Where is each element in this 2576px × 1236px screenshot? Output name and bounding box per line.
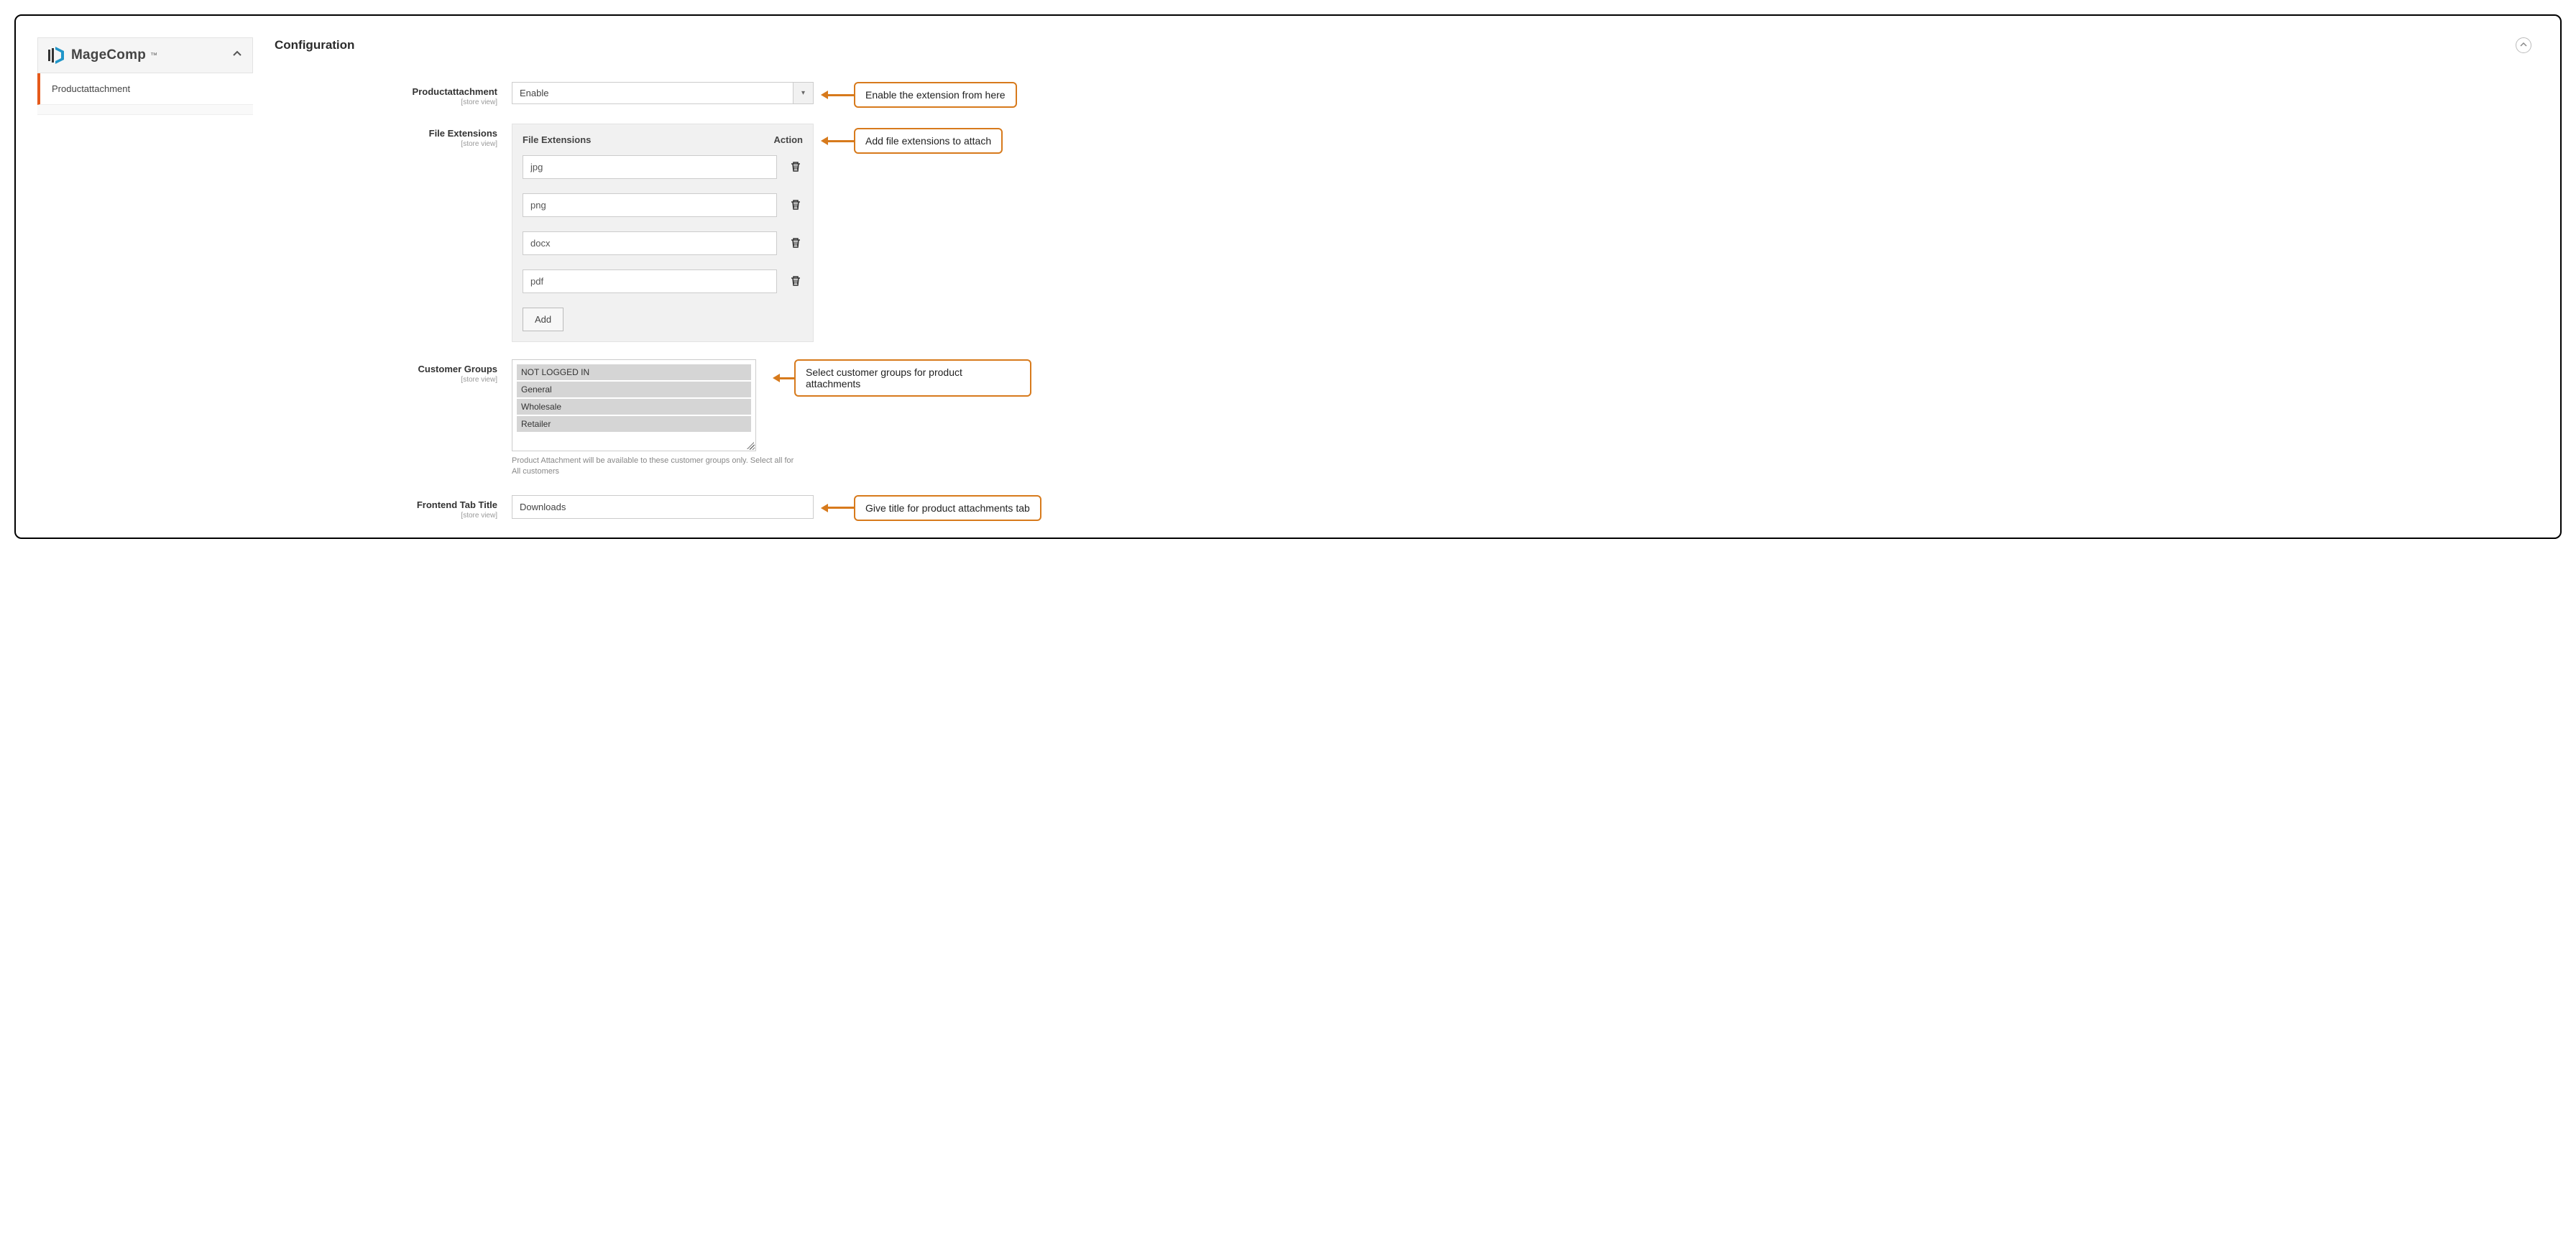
arrow-tip-icon [821,504,828,512]
annotation-3: Select customer groups for product attac… [773,359,1031,397]
field-scope: [store view] [275,376,497,384]
trash-icon[interactable] [790,237,803,250]
annotation-text: Give title for product attachments tab [854,495,1041,521]
page-title: Configuration [275,38,354,52]
extension-row [523,269,803,293]
trash-icon[interactable] [790,199,803,212]
arrow-line [828,94,854,96]
field-label: Customer Groups [418,364,497,374]
field-label: Frontend Tab Title [417,499,497,510]
chevron-up-icon [232,49,242,63]
customer-groups-multiselect[interactable]: NOT LOGGED IN General Wholesale Retailer [512,359,756,451]
multiselect-option[interactable]: Wholesale [517,399,751,415]
field-frontend-tab-title: Frontend Tab Title [store view] Give tit… [275,495,2539,520]
extension-row [523,231,803,255]
app-frame: MageComp ™ Productattachment Configuratio… [14,14,2562,539]
sidebar-item-label: Productattachment [52,83,130,94]
annotation-2: Add file extensions to attach [821,128,1003,154]
brand-logo-wrap: MageComp ™ [48,47,157,64]
extension-input[interactable] [523,193,777,217]
frontend-tab-title-input[interactable] [512,495,814,519]
multiselect-option[interactable]: NOT LOGGED IN [517,364,751,380]
field-scope: [store view] [275,512,497,520]
field-file-extensions: File Extensions [store view] File Extens… [275,124,2539,342]
chevron-up-small-icon [2520,40,2527,50]
trash-icon[interactable] [790,161,803,174]
sidebar-divider [37,105,253,115]
arrow-tip-icon [821,91,828,99]
annotation-text: Enable the extension from here [854,82,1017,108]
extension-row [523,155,803,179]
arrow-line [780,377,794,379]
arrow-line [828,140,854,142]
field-scope: [store view] [275,140,497,148]
sidebar: MageComp ™ Productattachment [37,37,253,115]
field-note: Product Attachment will be available to … [512,456,799,478]
arrow-line [828,507,854,509]
panel-header-right: Action [774,134,803,145]
productattachment-select[interactable]: Enable ▾ [512,82,814,104]
section-collapse-toggle[interactable] [2516,37,2531,53]
multiselect-option[interactable]: Retailer [517,416,751,432]
field-customer-groups: Customer Groups [store view] NOT LOGGED … [275,359,2539,478]
field-productattachment: Productattachment [store view] Enable ▾ … [275,82,2539,106]
field-scope: [store view] [275,98,497,106]
main-content: Configuration Productattachment [store v… [275,37,2539,520]
extension-input[interactable] [523,269,777,293]
select-value: Enable [512,82,794,104]
file-extensions-panel: File Extensions Action [512,124,814,342]
extension-input[interactable] [523,155,777,179]
annotation-1: Enable the extension from here [821,82,1017,108]
trash-icon[interactable] [790,275,803,288]
field-label: File Extensions [429,128,497,139]
extension-input[interactable] [523,231,777,255]
select-dropdown-button[interactable]: ▾ [794,82,814,104]
add-extension-button[interactable]: Add [523,308,564,331]
panel-header-left: File Extensions [523,134,591,145]
sidebar-item-productattachment[interactable]: Productattachment [37,73,253,105]
sidebar-section-header[interactable]: MageComp ™ [37,37,253,73]
annotation-text: Select customer groups for product attac… [794,359,1031,397]
brand-logo-icon [48,47,67,64]
annotation-4: Give title for product attachments tab [821,495,1041,521]
arrow-tip-icon [773,374,780,382]
brand-name: MageComp [71,47,146,63]
resize-handle-icon[interactable] [747,442,754,449]
caret-down-icon: ▾ [801,89,805,97]
field-label: Productattachment [413,86,497,97]
extension-row [523,193,803,217]
arrow-tip-icon [821,137,828,145]
annotation-text: Add file extensions to attach [854,128,1003,154]
multiselect-option[interactable]: General [517,382,751,397]
brand-trademark: ™ [150,52,157,60]
